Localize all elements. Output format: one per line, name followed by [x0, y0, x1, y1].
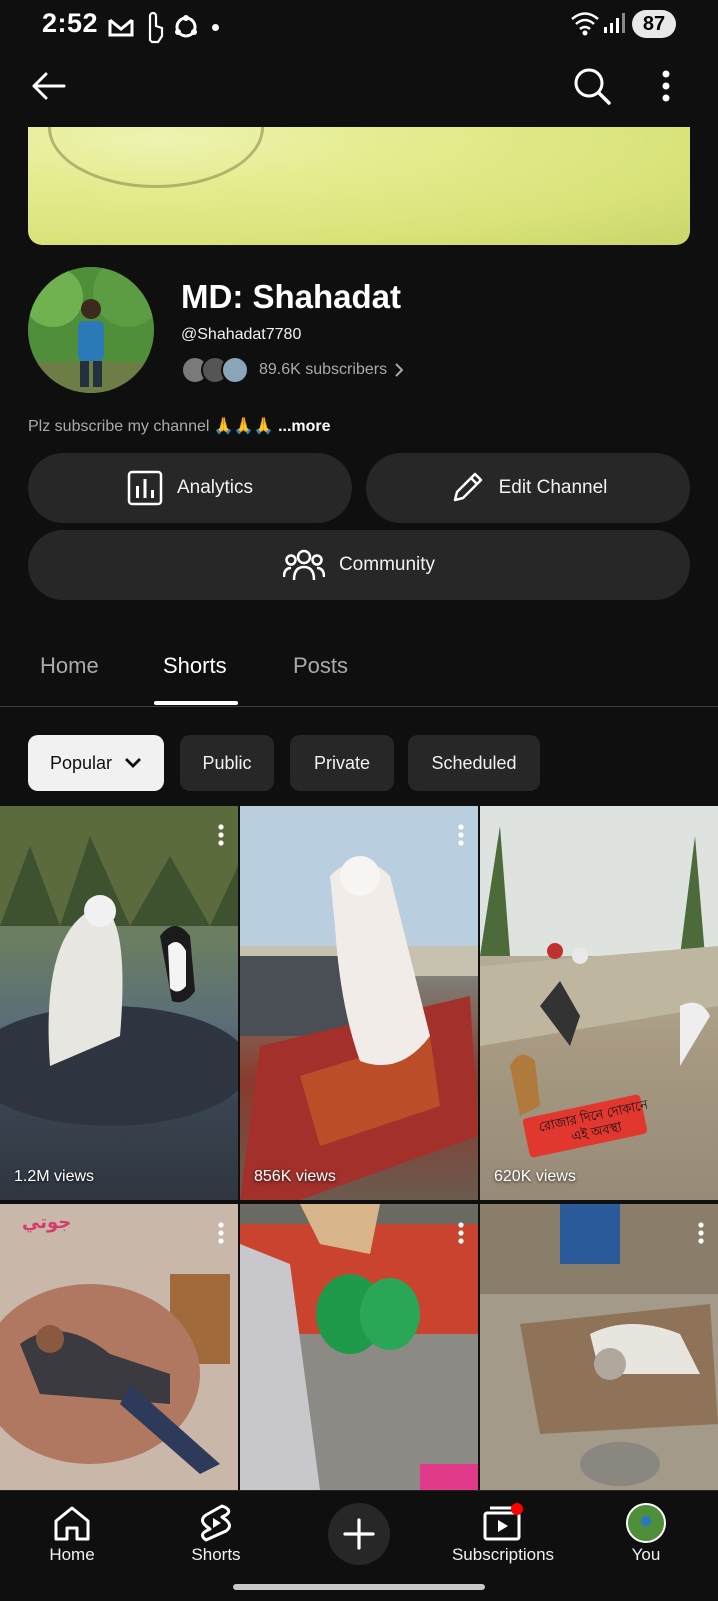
- search-icon: [574, 68, 611, 105]
- tab-posts[interactable]: Posts: [293, 653, 348, 679]
- edit-channel-button[interactable]: Edit Channel: [366, 453, 690, 523]
- view-count: 620K views: [494, 1168, 576, 1185]
- subscribers-row[interactable]: 89.6K subscribers: [181, 356, 404, 384]
- nav-you[interactable]: You: [614, 1503, 678, 1565]
- more-vert-icon[interactable]: [458, 1222, 464, 1244]
- tab-divider: [0, 706, 718, 707]
- subscriber-count: 89.6K subscribers: [259, 361, 388, 378]
- edit-channel-label: Edit Channel: [498, 477, 608, 498]
- back-button[interactable]: [24, 62, 72, 110]
- nav-home[interactable]: Home: [40, 1503, 104, 1565]
- search-button[interactable]: [568, 62, 616, 110]
- short-thumbnail[interactable]: [240, 1204, 478, 1490]
- status-time: 2:52: [42, 8, 99, 38]
- short-thumbnail[interactable]: جوتي: [0, 1204, 238, 1490]
- nav-subscriptions-label: Subscriptions: [451, 1545, 555, 1564]
- tab-shorts[interactable]: Shorts: [163, 653, 227, 679]
- avatar-image: [28, 267, 154, 393]
- chip-popular-label: Popular: [49, 752, 113, 773]
- community-icon: [282, 549, 325, 581]
- short-thumbnail[interactable]: [480, 1204, 718, 1490]
- channel-banner[interactable]: [28, 127, 690, 245]
- thumbnail-image: [480, 806, 718, 1158]
- view-count: 1.2M views: [14, 1168, 95, 1185]
- subscriber-avatar: [221, 356, 249, 384]
- view-count: 856K views: [254, 1168, 336, 1185]
- signal-icon: [604, 13, 625, 33]
- description-text: Plz subscribe my channel 🙏🙏🙏: [28, 418, 274, 435]
- thumbnail-image: [0, 1204, 238, 1490]
- gmail-icon: [108, 18, 134, 37]
- more-vert-icon: [662, 70, 670, 102]
- analytics-icon: [127, 470, 163, 506]
- more-vert-icon[interactable]: [218, 1222, 224, 1244]
- chip-public[interactable]: Public: [180, 735, 274, 791]
- community-label: Community: [338, 554, 436, 575]
- thumbnail-image: [480, 1204, 718, 1490]
- active-tab-indicator: [154, 701, 238, 705]
- analytics-label: Analytics: [176, 477, 254, 498]
- banner-artwork: [48, 127, 264, 188]
- home-icon: [54, 1506, 90, 1541]
- pencil-icon: [453, 472, 482, 502]
- short-thumbnail[interactable]: রোজার দিনে দোকানে এই অবস্থা 620K views: [480, 806, 718, 1200]
- channel-avatar[interactable]: [28, 267, 154, 393]
- dot-icon: [212, 23, 219, 31]
- nav-shorts[interactable]: Shorts: [184, 1503, 248, 1565]
- thumbnail-image: [240, 806, 478, 1200]
- chevron-down-icon: [125, 758, 142, 768]
- plus-icon: [343, 1518, 375, 1550]
- chevron-right-icon: [395, 363, 404, 377]
- more-vert-icon[interactable]: [218, 824, 224, 846]
- wifi-icon: [571, 12, 599, 36]
- analytics-button[interactable]: Analytics: [28, 453, 352, 523]
- more-vert-icon[interactable]: [458, 824, 464, 846]
- shorts-icon: [201, 1504, 231, 1542]
- channel-description[interactable]: Plz subscribe my channel 🙏🙏🙏 ...more: [28, 416, 331, 436]
- battery-indicator: 87: [632, 10, 676, 38]
- community-button[interactable]: Community: [28, 530, 690, 600]
- more-vert-icon[interactable]: [698, 1222, 704, 1244]
- nav-home-label: Home: [49, 1545, 95, 1564]
- tab-home[interactable]: Home: [40, 653, 99, 679]
- short-thumbnail[interactable]: 1.2M views: [0, 806, 238, 1200]
- touch-icon: [148, 11, 164, 44]
- subscriptions-icon: [483, 1503, 523, 1541]
- thumbnail-caption: جوتي: [22, 1212, 72, 1232]
- sync-icon: [175, 15, 197, 38]
- create-button[interactable]: [328, 1503, 390, 1565]
- more-link[interactable]: ...more: [278, 418, 330, 435]
- gesture-home-indicator[interactable]: [233, 1584, 485, 1590]
- channel-name: MD: Shahadat: [181, 278, 402, 315]
- back-arrow-icon: [32, 72, 66, 100]
- overflow-menu-button[interactable]: [652, 62, 680, 110]
- status-notification-icons: [108, 10, 219, 44]
- nav-shorts-label: Shorts: [191, 1545, 241, 1564]
- nav-subscriptions[interactable]: Subscriptions: [448, 1503, 558, 1565]
- chip-private[interactable]: Private: [290, 735, 394, 791]
- short-thumbnail[interactable]: 856K views: [240, 806, 478, 1200]
- chip-scheduled[interactable]: Scheduled: [408, 735, 540, 791]
- nav-you-label: You: [631, 1545, 661, 1564]
- channel-handle: @Shahadat7780: [181, 326, 302, 343]
- thumbnail-image: [0, 806, 238, 1126]
- thumbnail-image: [240, 1204, 478, 1490]
- chip-popular[interactable]: Popular: [28, 735, 164, 791]
- profile-avatar-icon: [626, 1503, 666, 1543]
